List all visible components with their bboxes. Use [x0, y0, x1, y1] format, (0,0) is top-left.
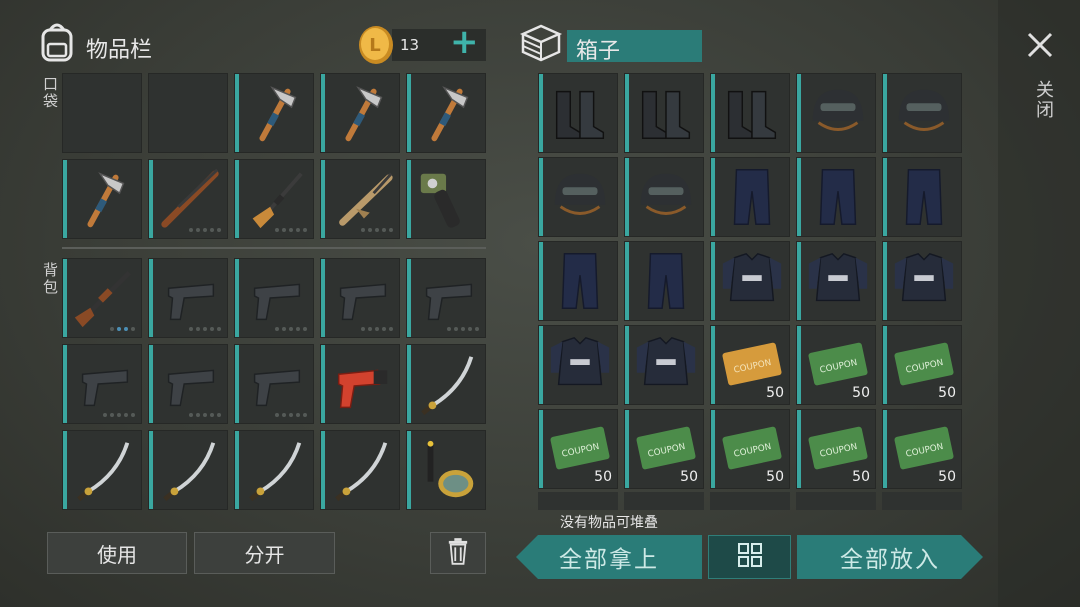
close-label[interactable]: 关闭: [1030, 80, 1056, 120]
slot-pistol[interactable]: [320, 258, 400, 338]
slot-pants[interactable]: [624, 241, 704, 321]
grid-sort-icon: [737, 542, 763, 572]
use-button[interactable]: 使用: [47, 532, 187, 574]
durability-dots: [361, 327, 393, 331]
slot-pants[interactable]: [796, 157, 876, 237]
slot-hatchet[interactable]: [406, 73, 486, 153]
no-stack-status: 没有物品可堆叠: [560, 515, 658, 531]
slot-vest[interactable]: [796, 241, 876, 321]
close-icon[interactable]: [1026, 31, 1054, 59]
slot-pump-shotgun[interactable]: [62, 258, 142, 338]
slot-ration-coupon[interactable]: COUPON 50: [796, 325, 876, 405]
item-count: 50: [852, 385, 870, 401]
inventory-title: 物品栏: [86, 38, 153, 63]
slot-rifle[interactable]: [234, 159, 314, 239]
slot-pants[interactable]: [538, 241, 618, 321]
slot-boots[interactable]: [624, 73, 704, 153]
sort-button[interactable]: [708, 535, 791, 579]
slot-vest[interactable]: [538, 325, 618, 405]
item-count: 50: [766, 469, 784, 485]
durability-dots: [275, 413, 307, 417]
slot-ration-coupon[interactable]: COUPON 50: [882, 325, 962, 405]
trash-icon: [447, 537, 469, 570]
slot-hatchet[interactable]: [234, 73, 314, 153]
slot-ration-coupon[interactable]: COUPON 50: [710, 409, 790, 489]
durability-dots: [275, 327, 307, 331]
durability-dots: [189, 327, 221, 331]
slot-shotgun[interactable]: [148, 159, 228, 239]
slot-empty[interactable]: [62, 73, 142, 153]
item-count: 50: [852, 469, 870, 485]
slot-hatchet[interactable]: [320, 73, 400, 153]
trash-button[interactable]: [430, 532, 486, 574]
slot-hatchet[interactable]: [62, 159, 142, 239]
slot-katana[interactable]: [148, 430, 228, 510]
slot-pants[interactable]: [710, 157, 790, 237]
slot-empty[interactable]: [148, 73, 228, 153]
slot-pistol[interactable]: [148, 344, 228, 424]
backpack-icon: [38, 22, 76, 64]
coin-count: 13: [400, 36, 420, 54]
slot-helmet[interactable]: [538, 157, 618, 237]
slot-snorkel[interactable]: [406, 430, 486, 510]
item-count: 50: [766, 385, 784, 401]
split-button[interactable]: 分开: [194, 532, 335, 574]
durability-dots: [189, 228, 221, 232]
slot-flare-gun[interactable]: [320, 344, 400, 424]
slot-ration-coupon[interactable]: COUPON 50: [538, 409, 618, 489]
put-all-button[interactable]: 全部放入: [797, 535, 983, 579]
item-count: 50: [938, 385, 956, 401]
durability-dots: [447, 327, 479, 331]
add-coins-button[interactable]: +: [450, 22, 479, 62]
slot-chainsaw[interactable]: [406, 159, 486, 239]
slot-helmet[interactable]: [624, 157, 704, 237]
slot-vest[interactable]: [624, 325, 704, 405]
slot-pistol[interactable]: [148, 258, 228, 338]
slot-katana[interactable]: [62, 430, 142, 510]
pocket-label: 口袋: [41, 76, 59, 110]
durability-dots: [103, 413, 135, 417]
slot-helmet[interactable]: [882, 73, 962, 153]
slot-boots[interactable]: [538, 73, 618, 153]
durability-dots: [275, 228, 307, 232]
slot-helmet[interactable]: [796, 73, 876, 153]
svg-text:L: L: [369, 35, 380, 56]
slot-boots[interactable]: [710, 73, 790, 153]
slot-survival-coupon[interactable]: COUPON 50: [710, 325, 790, 405]
slot-pistol[interactable]: [406, 258, 486, 338]
slot-vest[interactable]: [710, 241, 790, 321]
slot-pistol[interactable]: [62, 344, 142, 424]
item-count: 50: [938, 469, 956, 485]
item-count: 50: [680, 469, 698, 485]
slot-pistol[interactable]: [234, 258, 314, 338]
slot-pistol[interactable]: [234, 344, 314, 424]
box-grid-overflow-row: [538, 492, 962, 510]
slot-katana[interactable]: [320, 430, 400, 510]
slot-ration-coupon[interactable]: COUPON 50: [624, 409, 704, 489]
item-count: 50: [594, 469, 612, 485]
box-title: 箱子: [576, 39, 621, 64]
slot-ration-coupon[interactable]: COUPON 50: [882, 409, 962, 489]
slot-ration-coupon[interactable]: COUPON 50: [796, 409, 876, 489]
slot-pants[interactable]: [882, 157, 962, 237]
section-divider: [62, 247, 486, 249]
durability-dots: [110, 327, 135, 331]
slot-katana[interactable]: [234, 430, 314, 510]
slot-assault-rifle[interactable]: [320, 159, 400, 239]
take-all-button[interactable]: 全部拿上: [516, 535, 702, 579]
coin-icon: L: [356, 24, 396, 66]
box-icon: [519, 22, 563, 64]
backpack-label: 背包: [41, 262, 59, 296]
durability-dots: [189, 413, 221, 417]
slot-katana[interactable]: [406, 344, 486, 424]
slot-vest[interactable]: [882, 241, 962, 321]
durability-dots: [361, 228, 393, 232]
